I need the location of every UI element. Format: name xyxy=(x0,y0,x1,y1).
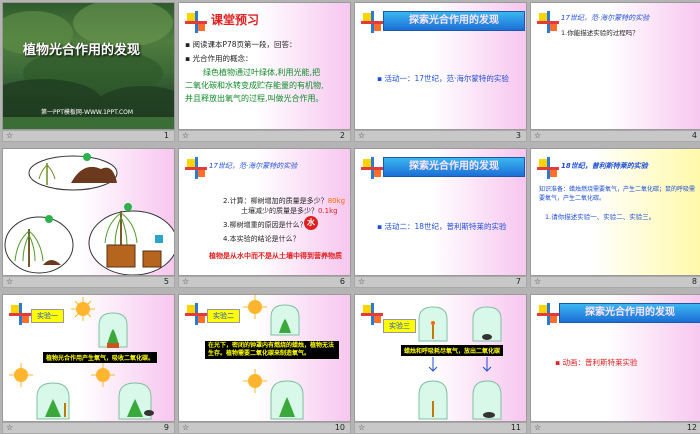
title-banner: 探索光合作用的发现 xyxy=(559,303,700,323)
slide-status-bar: ☆ 1 xyxy=(2,130,175,142)
task-text: 1.请你描述实验一、实验二、实验三。 xyxy=(545,213,656,221)
bullet-text: ▪ 光合作用的概念： xyxy=(185,54,253,63)
slide-number: 1 xyxy=(163,131,169,140)
slide-status-bar: ☆ 9 xyxy=(2,422,175,434)
transition-star-icon: ☆ xyxy=(182,423,190,432)
slide-heading: 17世纪，范·海尔蒙特的实验 xyxy=(209,162,298,170)
transition-star-icon: ☆ xyxy=(534,423,542,432)
concept-line-2: 二氧化碳和水转变成贮存能量的有机物, xyxy=(185,81,324,90)
transition-star-icon: ☆ xyxy=(6,277,14,286)
slide-canvas: 探索光合作用的发现 ▪ 活动二：18世纪，普利斯特莱的实验 xyxy=(354,148,527,276)
slide-thumbnail-4[interactable]: 17世纪，范·海尔蒙特的实验 1.你能描述实验的过程吗？ ☆ 4 xyxy=(530,2,700,142)
transition-star-icon: ☆ xyxy=(182,277,190,286)
slide-canvas: 17世纪，范·海尔蒙特的实验 1.你能描述实验的过程吗？ xyxy=(530,2,700,130)
slide-status-bar: ☆ 3 xyxy=(354,130,527,142)
decor-cross-icon xyxy=(361,157,383,179)
slide-thumbnail-9[interactable]: 实验一 植物光合作用产生氧气，吸收二氧化碳。 ☆ 9 xyxy=(2,294,175,434)
transition-star-icon: ☆ xyxy=(534,277,542,286)
transition-star-icon: ☆ xyxy=(358,423,366,432)
water-answer-badge: 水 xyxy=(304,216,318,230)
slide-thumbnail-12[interactable]: 探索光合作用的发现 ▪ 动画：普利斯特莱实验 ☆ 12 xyxy=(530,294,700,434)
knowledge-text: 知识准备：蜡烛燃烧需要氧气，产生二氧化碳；鼠的呼吸需要氧气，产生二氧化碳。 xyxy=(539,186,696,202)
slide-canvas: 植物光合作用的发现 第一PPT模板网-WWW.1PPT.COM xyxy=(2,2,175,130)
slide-number: 11 xyxy=(510,423,521,432)
question-2b: 土壤减少的质量是多少？0.1kg xyxy=(241,207,338,215)
caption-text: 蜡烛和呼吸耗尽氧气，放出二氧化碳 xyxy=(401,345,504,356)
slide-status-bar: ☆ 12 xyxy=(530,422,700,434)
slide-status-bar: ☆ 6 xyxy=(178,276,351,288)
concept-line-1: 绿色植物通过叶绿体,利用光能,把 xyxy=(203,68,321,77)
activity-text: ▪ 活动二：18世纪，普利斯特莱的实验 xyxy=(377,222,507,231)
willow-experiment-illustration xyxy=(4,153,174,275)
slide-number: 9 xyxy=(163,423,169,432)
slide-thumbnail-5[interactable]: ☆ 5 xyxy=(2,148,175,288)
decor-cross-icon xyxy=(537,303,559,325)
slide-canvas: 探索光合作用的发现 ▪ 活动一：17世纪，范·海尔蒙特的实验 xyxy=(354,2,527,130)
slide-number: 4 xyxy=(691,131,697,140)
slide-status-bar: ☆ 2 xyxy=(178,130,351,142)
slide-status-bar: ☆ 10 xyxy=(178,422,351,434)
activity-text: ▪ 动画：普利斯特莱实验 xyxy=(555,358,638,367)
slide-number: 12 xyxy=(686,423,697,432)
concept-line-3: 并且释放出氧气的过程,叫做光合作用。 xyxy=(185,94,324,103)
conclusion-text: 植物是从水中而不是从土壤中得到营养物质 xyxy=(209,252,342,260)
title-banner: 探索光合作用的发现 xyxy=(383,157,525,177)
transition-star-icon: ☆ xyxy=(358,131,366,140)
slide-thumbnail-8[interactable]: 18世纪，普利斯特莱的实验 知识准备：蜡烛燃烧需要氧气，产生二氧化碳；鼠的呼吸需… xyxy=(530,148,700,288)
slide-title: 植物光合作用的发现 xyxy=(23,43,141,58)
slide-number: 10 xyxy=(334,423,345,432)
transition-star-icon: ☆ xyxy=(358,277,366,286)
decor-cross-icon xyxy=(185,11,207,33)
bullet-text: ▪ 阅读课本P78页第一段，回答： xyxy=(185,40,297,49)
decor-cross-icon xyxy=(537,11,559,33)
slide-number: 3 xyxy=(515,131,521,140)
slide-number: 7 xyxy=(515,277,521,286)
question-4: 4.本实验的结论是什么？ xyxy=(223,235,300,243)
slide-canvas: 18世纪，普利斯特莱的实验 知识准备：蜡烛燃烧需要氧气，产生二氧化碳；鼠的呼吸需… xyxy=(530,148,700,276)
slide-canvas: 实验二 在光下，密闭的钟罩内有燃烧的蜡烛，植物无法生存。植物需要二氧化碳来制造氧… xyxy=(178,294,351,422)
transition-star-icon: ☆ xyxy=(6,131,14,140)
decor-cross-icon xyxy=(185,157,207,179)
bell-jar-candle-mouse-illustration xyxy=(418,306,502,420)
slide-footer: 第一PPT模板网-WWW.1PPT.COM xyxy=(41,109,134,116)
slide-canvas: 17世纪，范·海尔蒙特的实验 2.计算：柳树增加的质量是多少？80kg 土壤减少… xyxy=(178,148,351,276)
question-2a: 2.计算：柳树增加的质量是多少？80kg xyxy=(223,197,346,205)
slide-status-bar: ☆ 4 xyxy=(530,130,700,142)
slide-canvas: 探索光合作用的发现 ▪ 动画：普利斯特莱实验 xyxy=(530,294,700,422)
slide-status-bar: ☆ 5 xyxy=(2,276,175,288)
slide-heading: 18世纪，普利斯特莱的实验 xyxy=(561,162,648,170)
question-text: 1.你能描述实验的过程吗？ xyxy=(561,29,639,37)
slide-thumbnail-6[interactable]: 17世纪，范·海尔蒙特的实验 2.计算：柳树增加的质量是多少？80kg 土壤减少… xyxy=(178,148,351,288)
slide-canvas: 课堂预习 ▪ 阅读课本P78页第一段，回答： ▪ 光合作用的概念： 绿色植物通过… xyxy=(178,2,351,130)
decor-cross-icon xyxy=(537,157,559,179)
caption-text: 在光下，密闭的钟罩内有燃烧的蜡烛，植物无法生存。植物需要二氧化碳来制造氧气。 xyxy=(205,341,339,359)
slide-number: 6 xyxy=(339,277,345,286)
activity-text: ▪ 活动一：17世纪，范·海尔蒙特的实验 xyxy=(377,74,509,83)
slide-number: 5 xyxy=(163,277,169,286)
slide-canvas xyxy=(2,148,175,276)
title-banner: 探索光合作用的发现 xyxy=(383,11,525,31)
transition-star-icon: ☆ xyxy=(534,131,542,140)
slide-status-bar: ☆ 8 xyxy=(530,276,700,288)
slide-number: 2 xyxy=(339,131,345,140)
slide-thumbnail-11[interactable]: 实验三 蜡烛和呼吸耗尽氧气，放出二氧化碳 ☆ 11 xyxy=(354,294,527,434)
decor-cross-icon xyxy=(361,11,383,33)
slide-thumbnail-3[interactable]: 探索光合作用的发现 ▪ 活动一：17世纪，范·海尔蒙特的实验 ☆ 3 xyxy=(354,2,527,142)
slide-canvas: 实验三 蜡烛和呼吸耗尽氧气，放出二氧化碳 xyxy=(354,294,527,422)
question-3: 3.柳树增重的原因是什么？ xyxy=(223,221,307,229)
slide-status-bar: ☆ 7 xyxy=(354,276,527,288)
slide-thumbnail-1[interactable]: 植物光合作用的发现 第一PPT模板网-WWW.1PPT.COM ☆ 1 xyxy=(2,2,175,142)
slide-thumbnail-7[interactable]: 探索光合作用的发现 ▪ 活动二：18世纪，普利斯特莱的实验 ☆ 7 xyxy=(354,148,527,288)
slide-canvas: 实验一 植物光合作用产生氧气，吸收二氧化碳。 xyxy=(2,294,175,422)
slide-heading: 课堂预习 xyxy=(211,13,260,27)
slide-status-bar: ☆ 11 xyxy=(354,422,527,434)
slide-thumbnail-10[interactable]: 实验二 在光下，密闭的钟罩内有燃烧的蜡烛，植物无法生存。植物需要二氧化碳来制造氧… xyxy=(178,294,351,434)
transition-star-icon: ☆ xyxy=(182,131,190,140)
slide-heading: 17世纪，范·海尔蒙特的实验 xyxy=(561,14,650,22)
transition-star-icon: ☆ xyxy=(6,423,14,432)
slide-thumbnail-2[interactable]: 课堂预习 ▪ 阅读课本P78页第一段，回答： ▪ 光合作用的概念： 绿色植物通过… xyxy=(178,2,351,142)
slide-number: 8 xyxy=(691,277,697,286)
caption-text: 植物光合作用产生氧气，吸收二氧化碳。 xyxy=(43,352,158,363)
